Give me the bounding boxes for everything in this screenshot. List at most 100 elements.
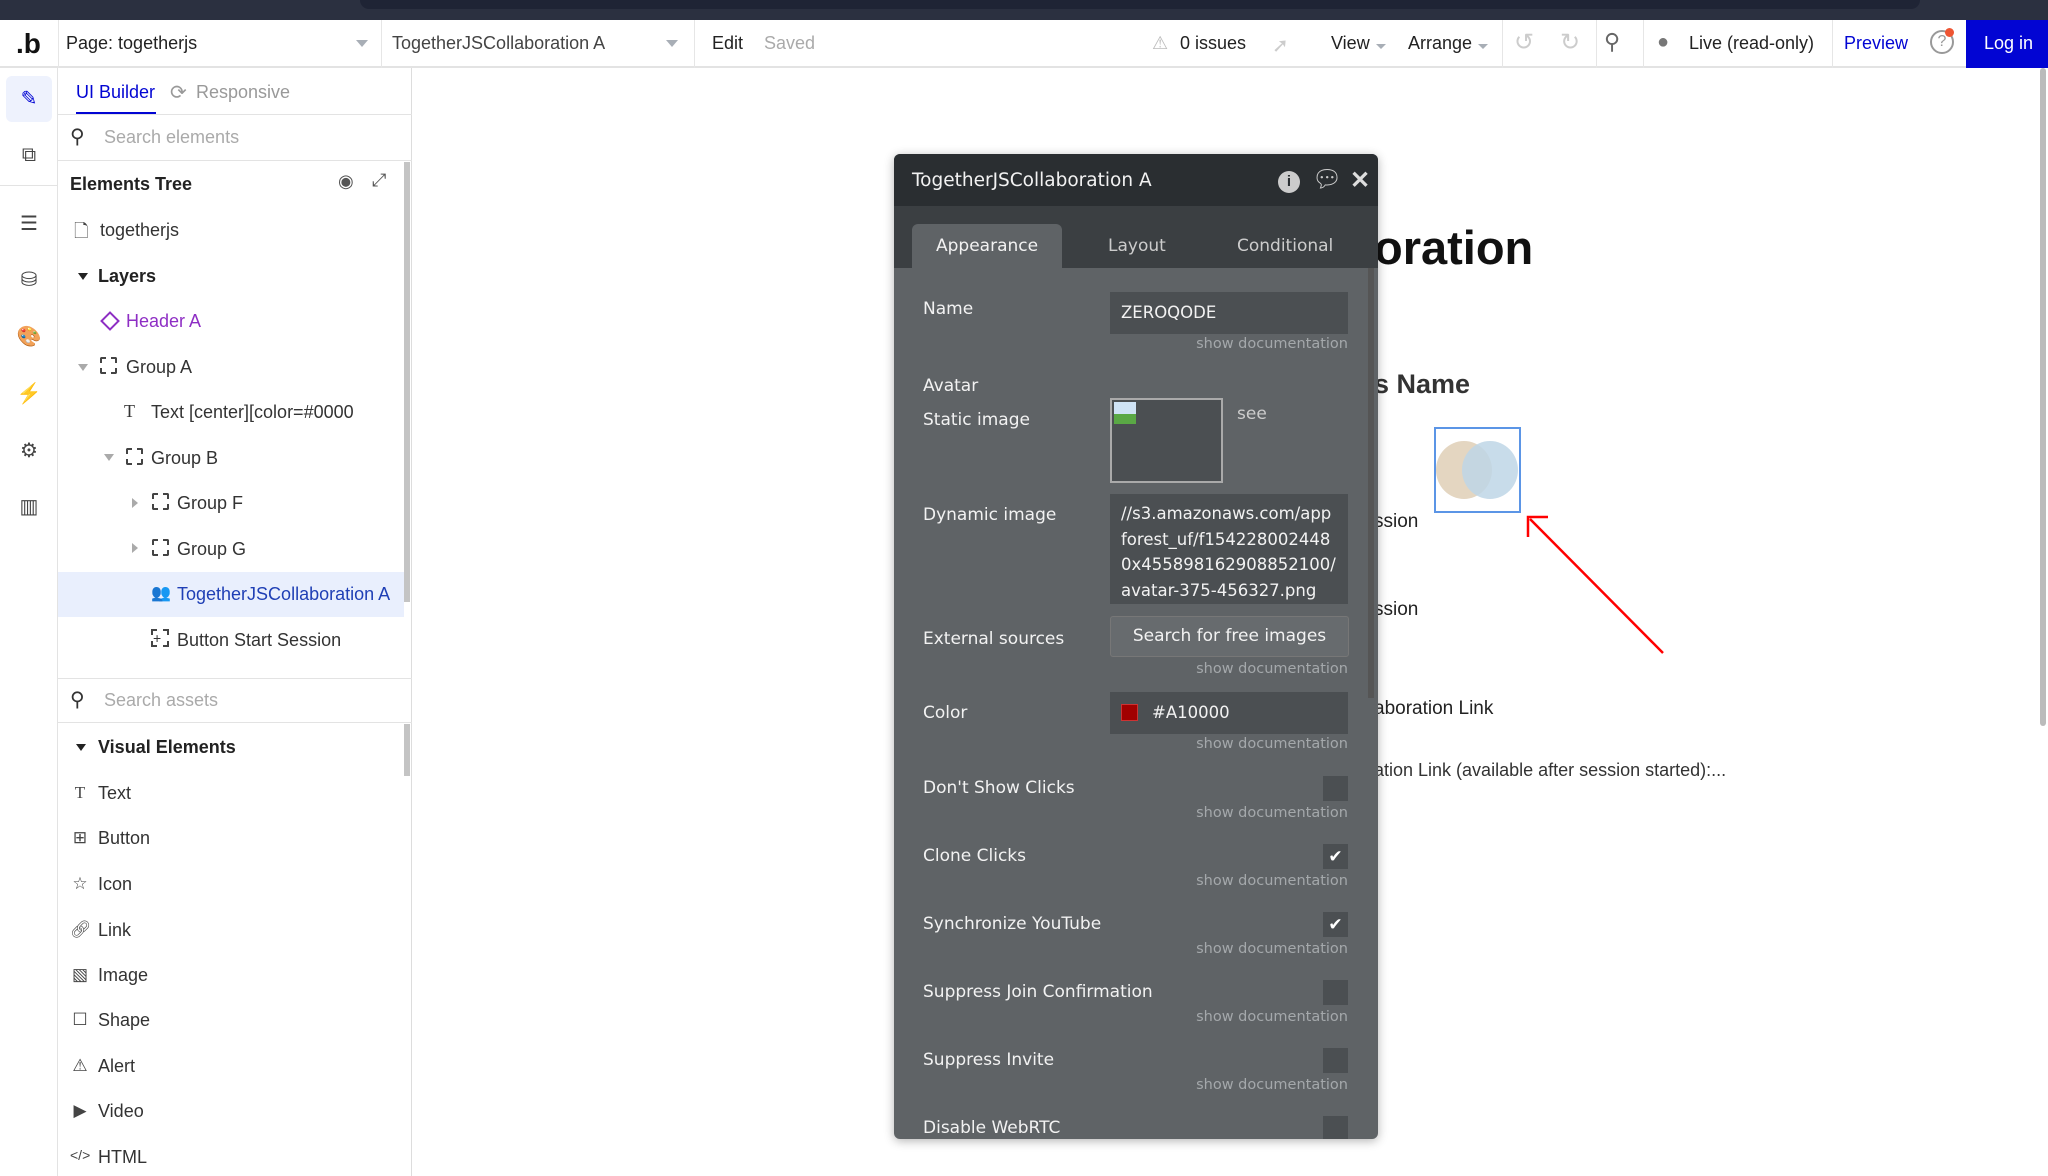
login-button[interactable]: Log in xyxy=(1966,20,2048,68)
caret-down-icon[interactable] xyxy=(78,273,88,280)
asset-html[interactable]: HTML xyxy=(98,1147,147,1168)
issues-button[interactable]: 0 issues xyxy=(1180,33,1246,54)
canvas-name-heading[interactable]: s Name xyxy=(1374,369,1470,400)
canvas-collaboration-link[interactable]: aboration Link xyxy=(1374,698,1493,720)
suppress-join-confirmation-label: Suppress Join Confirmation xyxy=(923,982,1153,1002)
bubble-logo[interactable]: .b xyxy=(16,28,41,60)
property-scrollbar[interactable] xyxy=(1368,268,1374,698)
arrange-menu[interactable]: Arrange xyxy=(1408,33,1472,54)
show-documentation-link[interactable]: show documentation xyxy=(1196,336,1348,352)
canvas-start-session[interactable]: ssion xyxy=(1374,511,1418,533)
view-menu[interactable]: View xyxy=(1331,33,1370,54)
name-input[interactable]: ZEROQODE xyxy=(1110,292,1348,334)
show-documentation-link[interactable]: show documentation xyxy=(1196,1077,1348,1093)
tree-item-group-b[interactable]: Group B xyxy=(151,448,218,469)
asset-image[interactable]: Image xyxy=(98,965,148,986)
tab-ui-builder[interactable]: UI Builder xyxy=(76,82,155,103)
show-documentation-link[interactable]: show documentation xyxy=(1196,941,1348,957)
live-button[interactable]: Live (read-only) xyxy=(1689,33,1814,54)
eye-icon[interactable]: ◉ xyxy=(338,171,354,192)
asset-video[interactable]: Video xyxy=(98,1101,144,1122)
tree-item-group-f[interactable]: Group F xyxy=(177,493,243,514)
disable-webrtc-checkbox[interactable] xyxy=(1323,1116,1348,1139)
asset-button[interactable]: Button xyxy=(98,828,150,849)
edit-menu[interactable]: Edit xyxy=(712,33,743,54)
caret-down-icon[interactable] xyxy=(76,744,86,751)
tree-item-group-g[interactable]: Group G xyxy=(177,539,246,560)
asset-alert[interactable]: Alert xyxy=(98,1056,135,1077)
undo-icon[interactable]: ↺ xyxy=(1514,28,1534,57)
asset-icon[interactable]: Icon xyxy=(98,874,132,895)
plugin-icon[interactable]: ⚡ xyxy=(14,379,44,409)
canvas-scrollbar[interactable] xyxy=(2040,68,2046,726)
show-documentation-link[interactable]: show documentation xyxy=(1196,1009,1348,1025)
redo-icon[interactable]: ↻ xyxy=(1560,28,1580,57)
search-free-images-button[interactable]: Search for free images xyxy=(1110,616,1349,657)
canvas-link-info[interactable]: ation Link (available after session star… xyxy=(1374,760,1726,781)
synchronize-youtube-checkbox[interactable]: ✔ xyxy=(1323,912,1348,937)
tab-layout[interactable]: Layout xyxy=(1108,236,1166,256)
video-icon: ▶ xyxy=(73,1101,87,1120)
search-icon[interactable]: ⚲ xyxy=(1604,29,1620,55)
asset-shape[interactable]: Shape xyxy=(98,1010,150,1031)
clone-clicks-checkbox[interactable]: ✔ xyxy=(1323,844,1348,869)
show-documentation-link[interactable]: show documentation xyxy=(1196,873,1348,889)
chevron-down-icon xyxy=(666,40,678,47)
assets-scrollbar[interactable] xyxy=(404,724,410,776)
see-link[interactable]: see xyxy=(1237,404,1267,424)
data-icon[interactable]: ☰ xyxy=(14,209,44,239)
comment-icon[interactable]: 💬︎ xyxy=(1312,165,1342,194)
gear-icon[interactable]: ⚙ xyxy=(14,436,44,466)
left-icon-rail: ✎ ⧉ ☰ ⛁ 🎨 ⚡ ⚙ ▥ xyxy=(0,68,58,1176)
caret-down-icon[interactable] xyxy=(104,454,114,461)
tree-item-header-a[interactable]: Header A xyxy=(126,311,201,332)
dynamic-image-input[interactable]: //s3.amazonaws.com/appforest_uf/f1542280… xyxy=(1110,494,1348,604)
tab-conditional[interactable]: Conditional xyxy=(1237,236,1333,256)
visual-elements-title[interactable]: Visual Elements xyxy=(98,737,236,758)
caret-right-icon[interactable] xyxy=(132,498,138,508)
tree-item-button-start-session[interactable]: Button Start Session xyxy=(177,630,341,651)
togetherjs-element[interactable] xyxy=(1434,427,1521,513)
show-documentation-link[interactable]: show documentation xyxy=(1196,805,1348,821)
tree-scrollbar[interactable] xyxy=(404,162,410,602)
property-editor-header[interactable]: TogetherJSCollaboration A i 💬︎ ✕ xyxy=(894,154,1378,206)
color-swatch[interactable] xyxy=(1121,704,1138,721)
palette-icon[interactable]: 🎨 xyxy=(14,322,44,352)
tree-item-togetherjs[interactable]: TogetherJSCollaboration A xyxy=(177,584,390,605)
page-selector[interactable]: Page: togetherjs xyxy=(66,33,197,54)
dont-show-clicks-checkbox[interactable] xyxy=(1323,776,1348,801)
tab-responsive[interactable]: Responsive xyxy=(196,82,290,103)
preview-button[interactable]: Preview xyxy=(1844,33,1908,54)
database-icon[interactable]: ⛁ xyxy=(14,265,44,295)
cursor-icon[interactable]: ➚ xyxy=(1272,33,1289,58)
show-documentation-link[interactable]: show documentation xyxy=(1196,736,1348,752)
tree-item-page[interactable]: togetherjs xyxy=(100,220,179,241)
static-image-uploader[interactable] xyxy=(1110,398,1223,483)
asset-link[interactable]: Link xyxy=(98,920,131,941)
show-documentation-link[interactable]: show documentation xyxy=(1196,661,1348,677)
workflow-icon[interactable]: ⧉ xyxy=(14,140,44,170)
users-icon: 👥 xyxy=(151,585,171,602)
suppress-invite-checkbox[interactable] xyxy=(1323,1048,1348,1073)
logs-chart-icon[interactable]: ▥ xyxy=(14,492,44,522)
pencil-icon[interactable]: ✎ xyxy=(14,84,44,114)
search-elements-input[interactable]: Search elements xyxy=(104,127,239,148)
caret-right-icon[interactable] xyxy=(132,543,138,553)
caret-down-icon[interactable] xyxy=(78,364,88,371)
info-icon[interactable]: i xyxy=(1278,171,1300,193)
asset-text[interactable]: Text xyxy=(98,783,131,804)
close-icon[interactable]: ✕ xyxy=(1350,166,1370,195)
tree-item-group-a[interactable]: Group A xyxy=(126,357,192,378)
color-input[interactable]: #A10000 xyxy=(1110,692,1348,734)
canvas-stop-session[interactable]: ssion xyxy=(1374,599,1418,621)
tab-appearance[interactable]: Appearance xyxy=(912,224,1062,270)
expand-icon[interactable]: ⤢ xyxy=(372,170,386,191)
tree-item-text[interactable]: Text [center][color=#0000 xyxy=(151,402,354,423)
canvas-title[interactable]: oration xyxy=(1374,220,1533,275)
notification-dot xyxy=(1945,28,1954,37)
search-assets-input[interactable]: Search assets xyxy=(104,690,218,711)
tree-item-layers[interactable]: Layers xyxy=(98,266,156,287)
top-toolbar: .b Page: togetherjs TogetherJSCollaborat… xyxy=(0,20,2048,68)
element-selector[interactable]: TogetherJSCollaboration A xyxy=(392,33,605,54)
suppress-join-confirmation-checkbox[interactable] xyxy=(1323,980,1348,1005)
